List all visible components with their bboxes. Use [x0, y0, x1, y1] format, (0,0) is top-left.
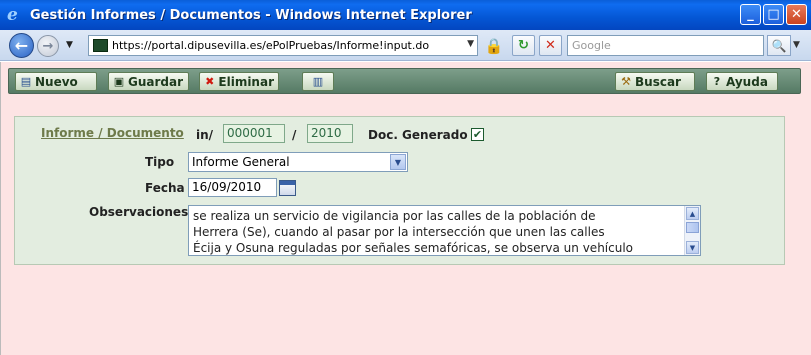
- observaciones-line: Écija y Osuna reguladas por señales sema…: [193, 241, 634, 255]
- observaciones-label: Observaciones: [89, 205, 189, 219]
- maximize-button[interactable]: □: [763, 4, 784, 25]
- search-button[interactable]: 🔍: [767, 35, 791, 56]
- url-text: https://portal.dipusevilla.es/ePolPrueba…: [112, 39, 430, 52]
- action-toolbar: ▤ Nuevo ▣ Guardar ✖ Eliminar ▥ ⚒ Buscar …: [8, 68, 801, 94]
- url-dropdown-icon[interactable]: ▼: [467, 39, 474, 49]
- buscar-label: Buscar: [635, 74, 681, 89]
- lock-icon[interactable]: 🔒: [483, 36, 505, 56]
- tipo-select[interactable]: Informe General ▼: [188, 152, 408, 172]
- search-options-dropdown-icon[interactable]: ▼: [793, 40, 800, 50]
- minimize-button[interactable]: _: [740, 4, 761, 25]
- observaciones-textarea[interactable]: se realiza un servicio de vigilancia por…: [188, 205, 701, 256]
- guardar-label: Guardar: [128, 74, 184, 89]
- history-dropdown-icon[interactable]: ▼: [66, 40, 73, 50]
- new-document-icon: ▤: [20, 75, 32, 88]
- doc-generado-checkbox[interactable]: ✔: [471, 128, 484, 141]
- informe-number-field[interactable]: 000001: [223, 124, 285, 143]
- eliminar-button[interactable]: ✖ Eliminar: [199, 72, 279, 91]
- page-content: ▤ Nuevo ▣ Guardar ✖ Eliminar ▥ ⚒ Buscar …: [0, 62, 811, 355]
- nuevo-label: Nuevo: [35, 74, 78, 89]
- refresh-button[interactable]: ↻: [512, 35, 535, 56]
- fecha-label: Fecha: [145, 181, 185, 195]
- tipo-selected-value: Informe General: [192, 155, 290, 169]
- back-button[interactable]: ←: [9, 33, 34, 58]
- stop-button[interactable]: ✕: [539, 35, 562, 56]
- ayuda-button[interactable]: ? Ayuda: [706, 72, 778, 91]
- informe-documento-link[interactable]: Informe / Documento: [41, 126, 184, 140]
- print-icon: ▥: [312, 75, 324, 88]
- print-button[interactable]: ▥: [302, 72, 334, 91]
- ayuda-label: Ayuda: [726, 74, 768, 89]
- scroll-up-icon[interactable]: ▲: [686, 207, 699, 220]
- in-label: in/: [196, 128, 214, 142]
- forward-button[interactable]: →: [37, 35, 59, 57]
- observaciones-line: se realiza un servicio de vigilancia por…: [193, 209, 596, 223]
- internet-explorer-icon: e: [7, 5, 18, 25]
- tipo-label: Tipo: [145, 155, 175, 169]
- site-favicon-icon: [93, 39, 108, 52]
- search-input[interactable]: Google: [567, 35, 764, 56]
- window-title: Gestión Informes / Documentos - Windows …: [30, 7, 472, 23]
- window-controls: _ □ ✕: [740, 4, 807, 25]
- calendar-icon[interactable]: [279, 180, 296, 196]
- informe-form: Informe / Documento in/ 000001 / 2010 Do…: [14, 116, 785, 265]
- number-separator: /: [292, 128, 297, 142]
- save-icon: ▣: [113, 75, 125, 88]
- eliminar-label: Eliminar: [218, 74, 274, 89]
- scroll-down-icon[interactable]: ▼: [686, 241, 699, 254]
- fecha-input[interactable]: 16/09/2010: [188, 178, 277, 197]
- buscar-button[interactable]: ⚒ Buscar: [615, 72, 695, 91]
- close-button[interactable]: ✕: [786, 4, 807, 25]
- scroll-thumb[interactable]: [686, 222, 699, 233]
- guardar-button[interactable]: ▣ Guardar: [108, 72, 189, 91]
- textarea-scrollbar[interactable]: ▲ ▼: [684, 206, 700, 255]
- url-input[interactable]: https://portal.dipusevilla.es/ePolPrueba…: [88, 35, 478, 56]
- address-bar: ← → ▼ https://portal.dipusevilla.es/ePol…: [0, 30, 811, 61]
- help-icon: ?: [713, 75, 721, 88]
- doc-generado-label: Doc. Generado: [368, 128, 468, 142]
- search-tools-icon: ⚒: [621, 75, 631, 88]
- nuevo-button[interactable]: ▤ Nuevo: [15, 72, 97, 91]
- window-title-bar[interactable]: e Gestión Informes / Documentos - Window…: [0, 0, 811, 30]
- observaciones-line: Herrera (Se), cuando al pasar por la int…: [193, 225, 605, 239]
- informe-year-field[interactable]: 2010: [307, 124, 353, 143]
- chevron-down-icon[interactable]: ▼: [390, 154, 406, 170]
- delete-icon: ✖: [205, 75, 215, 88]
